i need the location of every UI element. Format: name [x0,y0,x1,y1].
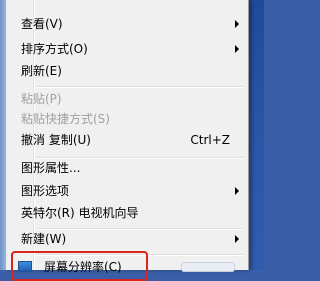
submenu-arrow-icon [235,187,239,195]
annotation-highlight-box [11,251,148,281]
menu-item-label: 英特尔(R) 电视机向导 [21,206,139,220]
menu-item-refresh[interactable]: 刷新(E) [8,60,246,82]
submenu-arrow-icon [235,235,239,243]
tooltip-hint [181,262,235,272]
menu-item-label: 撤消 复制(U) [21,133,91,147]
menu-item-intel-tv-wizard[interactable]: 英特尔(R) 电视机向导 [8,202,246,224]
menu-item-label: 粘贴快捷方式(S) [21,112,110,126]
menu-item-graphics-properties[interactable]: 图形属性... [8,157,246,179]
menu-item-label: 图形属性... [21,161,81,175]
menu-item-label: 查看(V) [21,17,63,31]
menu-item-label: 粘贴(P) [21,92,62,106]
menu-item-new[interactable]: 新建(W) [8,228,246,250]
menu-item-label: 图形选项 [21,184,70,198]
menu-item-label: 刷新(E) [21,64,62,78]
menu-item-undo-copy[interactable]: 撤消 复制(U) Ctrl+Z [8,129,246,151]
menu-item-paste[interactable]: 粘贴(P) [8,88,246,110]
context-menu: 查看(V) 排序方式(O) 刷新(E) 粘贴(P) 粘贴快捷方式(S) 撤消 复… [6,0,249,274]
menu-item-graphics-options[interactable]: 图形选项 [8,180,246,202]
menu-item-paste-shortcut[interactable]: 粘贴快捷方式(S) [8,108,246,130]
submenu-arrow-icon [235,45,239,53]
menu-item-view[interactable]: 查看(V) [8,13,246,35]
submenu-arrow-icon [235,20,239,28]
menu-item-shortcut: Ctrl+Z [190,133,230,147]
menu-item-label: 新建(W) [21,232,67,246]
menu-item-label: 排序方式(O) [21,42,88,56]
menu-item-sort-by[interactable]: 排序方式(O) [8,38,246,60]
